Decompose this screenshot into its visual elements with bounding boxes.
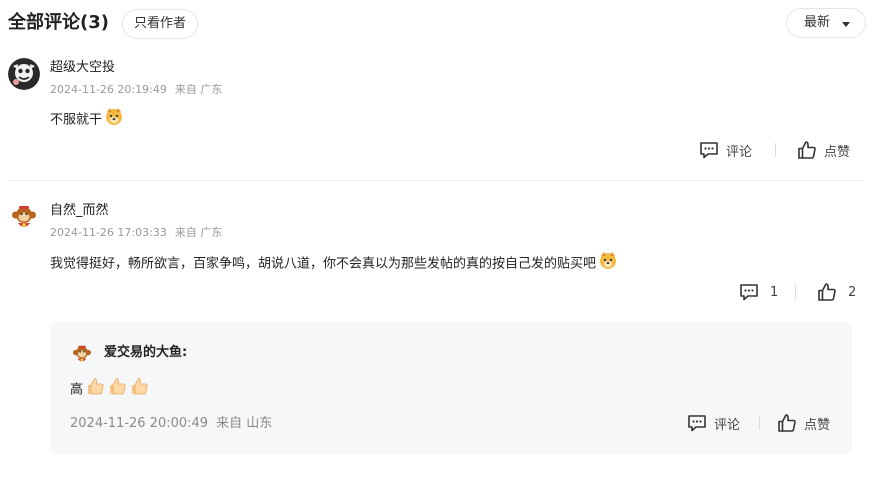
comment-reply-button[interactable]: 1 [739,281,778,303]
timestamp: 2024-11-26 20:19:49 [50,83,167,96]
dog-face-emoji [104,106,124,134]
comment-count: 1 [770,284,779,300]
comment-text: 我觉得挺好，畅所欲言，百家争鸣，胡说八道，你不会真以为那些发帖的真的按自己发的贴… [50,250,618,278]
reply-body: 高 [70,382,84,398]
comment-icon [740,284,758,301]
location: 来自 广东 [174,83,223,96]
comment-label: 评论 [726,144,753,160]
comment-icon [700,142,718,159]
username[interactable]: 自然_而然 [50,202,109,220]
thumbs-up-emoji [107,376,127,404]
like-button[interactable]: 2 [817,281,856,303]
reply-meta: 2024-11-26 20:00:49 来自 山东 [70,415,272,433]
comment-body: 不服就干 [50,112,103,128]
timestamp: 2024-11-26 20:00:49 [70,416,209,431]
comment-meta: 2024-11-26 17:03:33 来自 广东 [50,226,222,240]
author-only-button[interactable]: 只看作者 [122,9,199,39]
action-divider [759,416,760,430]
timestamp: 2024-11-26 17:03:33 [50,226,167,239]
comment-body: 我觉得挺好，畅所欲言，百家争鸣，胡说八道，你不会真以为那些发帖的真的按自己发的贴… [50,256,597,272]
like-button[interactable]: 点赞 [797,139,850,161]
dog-face-emoji [598,250,618,278]
comment-label: 评论 [714,417,741,433]
avatar[interactable] [8,201,40,233]
sort-dropdown[interactable]: 最新 [786,8,866,38]
thumbs-up-emoji [85,376,105,404]
username[interactable]: 超级大空投 [50,59,115,77]
location: 来自 广东 [174,226,223,239]
comments-header: 全部评论(3) 只看作者 最新 [0,0,876,48]
comment-meta: 2024-11-26 20:19:49 来自 广东 [50,83,222,97]
reply-username[interactable]: 爱交易的大鱼: [104,344,187,362]
comment-divider [8,180,864,181]
action-divider [795,285,796,299]
reply-comment-button[interactable]: 评论 [687,412,740,434]
thumbs-up-icon [798,141,816,159]
avatar[interactable] [70,342,94,366]
reply-box: 爱交易的大鱼: 高 2024-11-26 20:00:49 来自 山东 评论 点赞 [50,322,852,454]
like-label: 点赞 [824,144,851,160]
sort-label: 最新 [804,15,831,30]
reply-like-button[interactable]: 点赞 [777,412,830,434]
like-count: 2 [848,284,857,300]
like-label: 点赞 [804,417,831,433]
thumbs-up-icon [778,414,796,432]
comment-text: 不服就干 [50,106,124,134]
comments-title: 全部评论(3) [8,12,109,33]
reply-text: 高 [70,376,149,404]
location: 来自 山东 [216,416,273,431]
action-divider [775,143,776,157]
comment-reply-button[interactable]: 评论 [699,139,752,161]
thumbs-up-icon [818,283,836,301]
avatar[interactable] [8,58,40,90]
thumbs-up-emoji [129,376,149,404]
chevron-down-icon [842,22,850,27]
comment-icon [688,415,706,432]
